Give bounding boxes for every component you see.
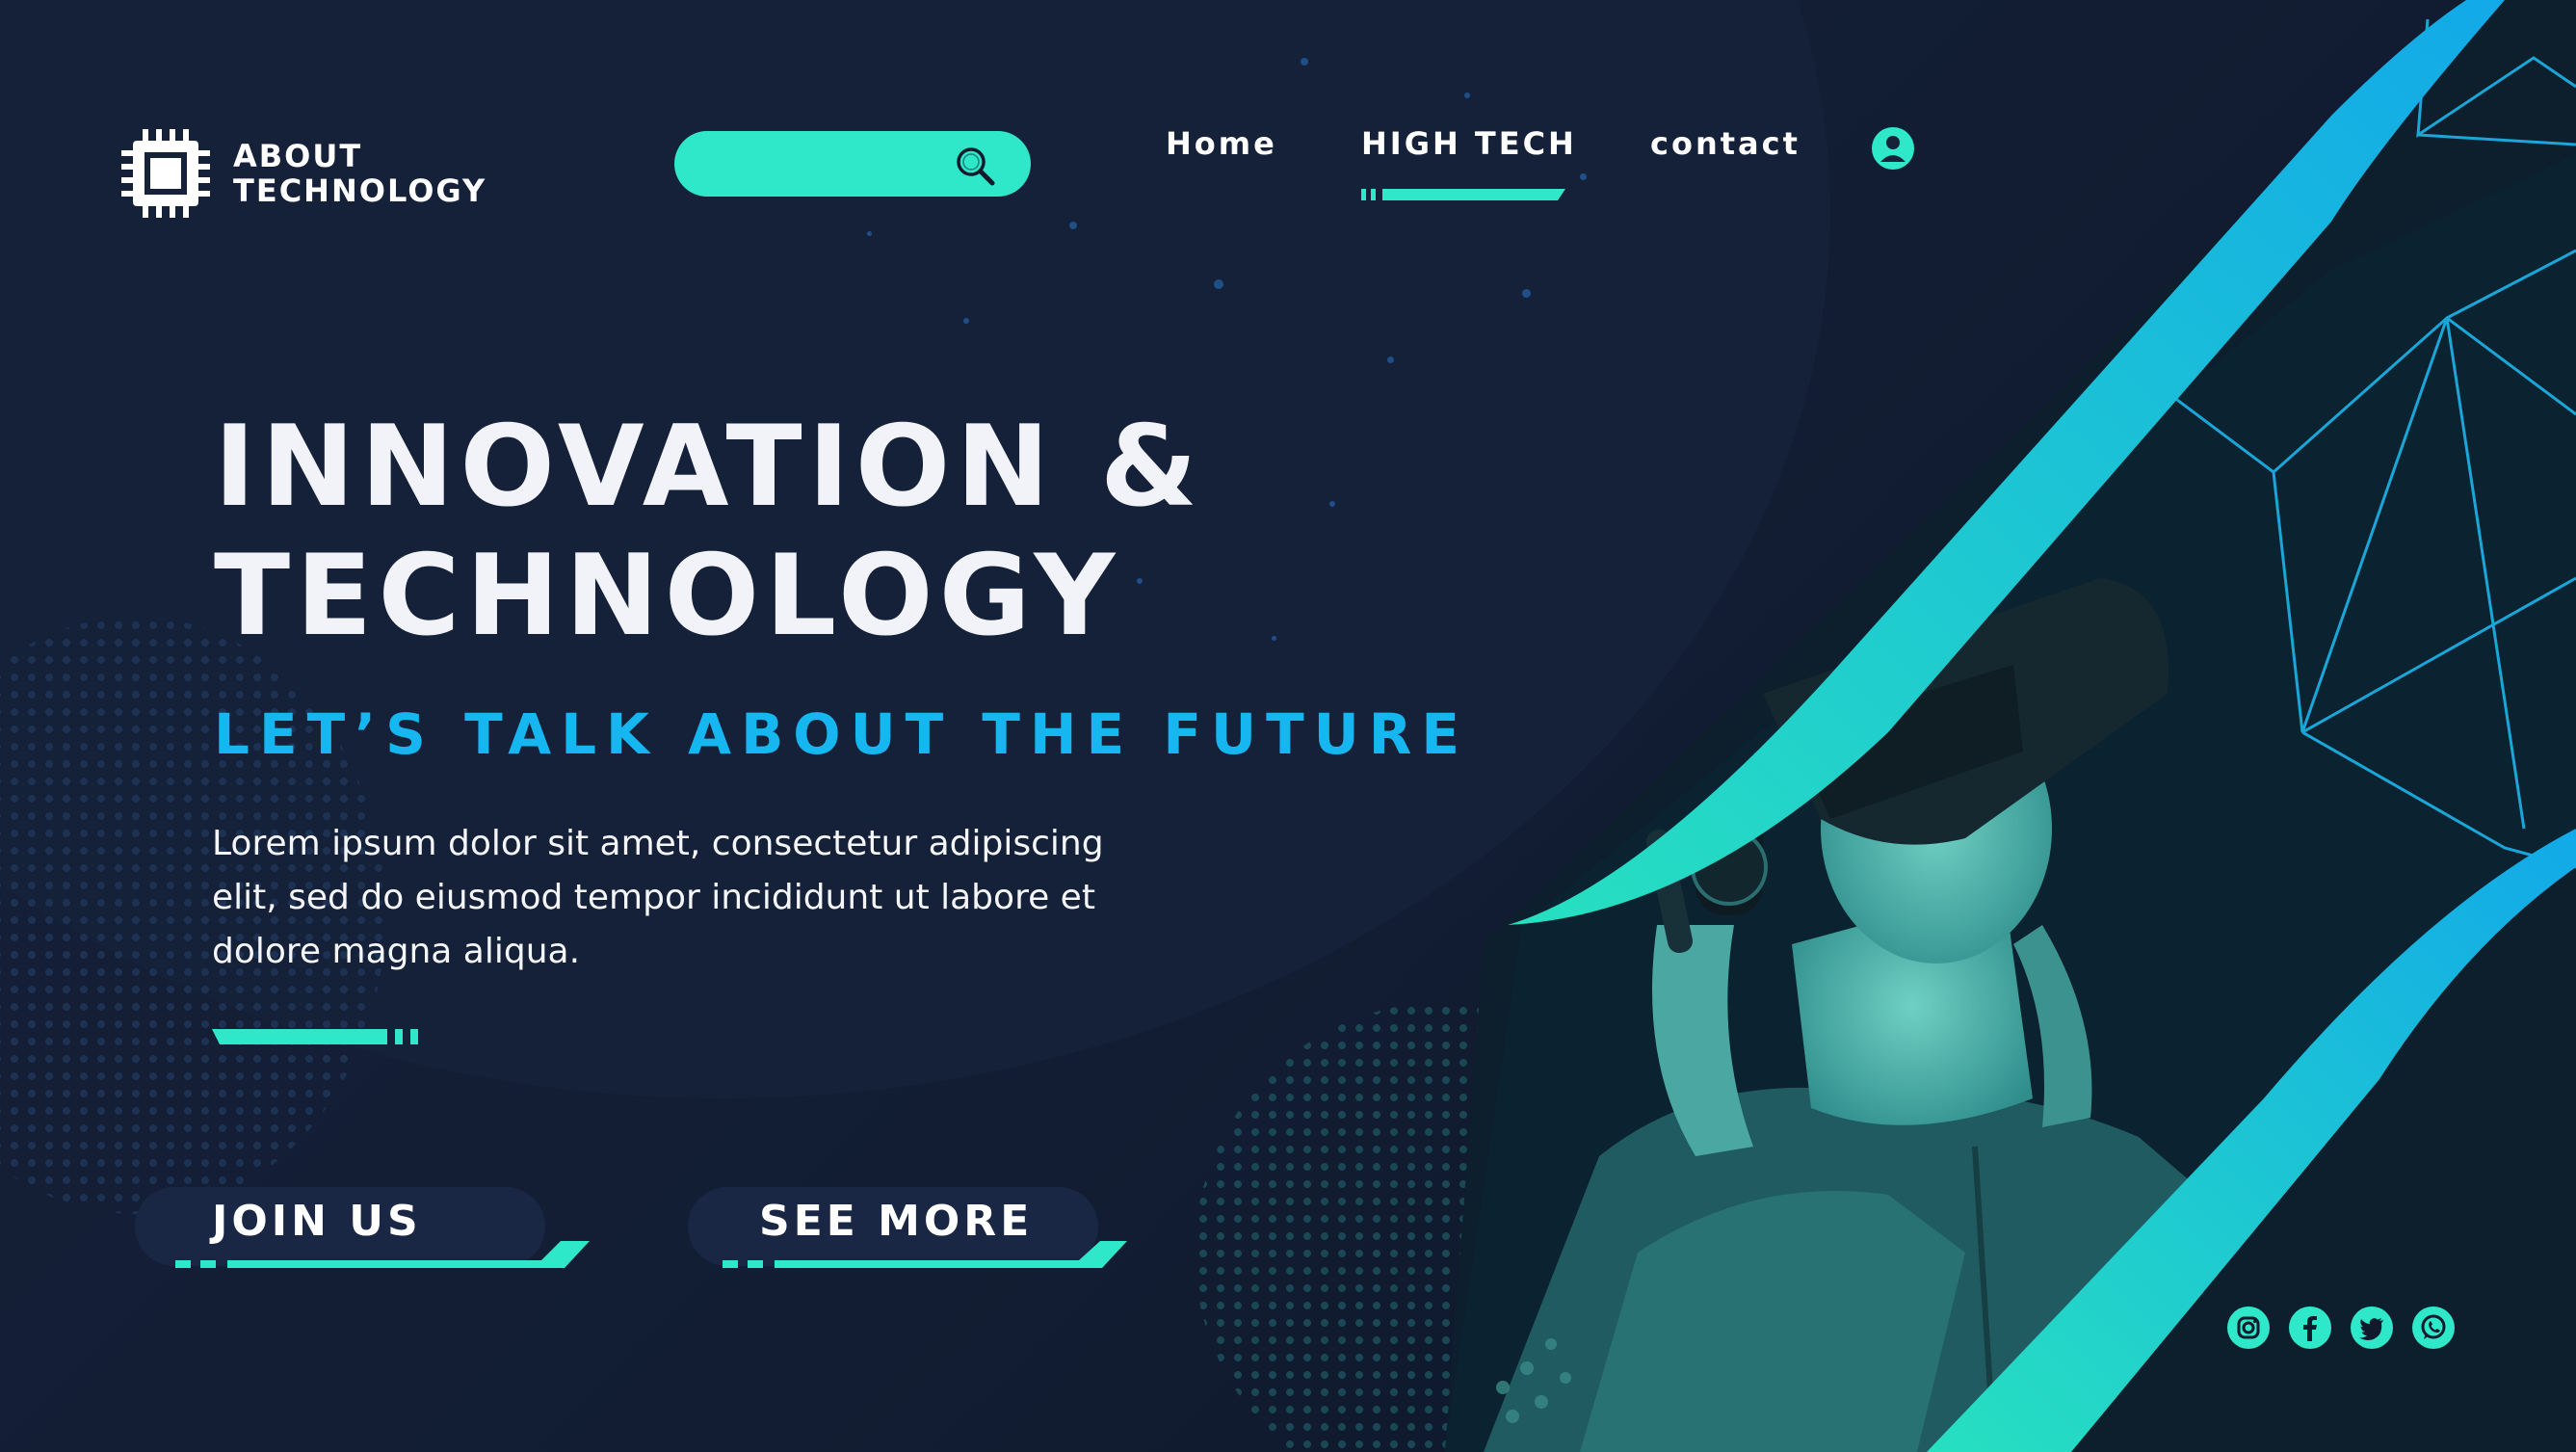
nav-active-indicator	[1361, 189, 1565, 200]
nav-contact[interactable]: contact	[1650, 125, 1801, 162]
hero-subtitle: LET’S TALK ABOUT THE FUTURE	[214, 701, 1470, 767]
see-more-label: SEE MORE	[759, 1197, 1034, 1246]
hero-description: Lorem ipsum dolor sit amet, consectetur …	[212, 824, 1104, 971]
brand-line-1: ABOUT	[233, 138, 363, 174]
search-icon[interactable]	[954, 145, 996, 187]
user-icon[interactable]	[1872, 127, 1914, 170]
landing-page: ABOUT TECHNOLOGY Home HIGH TECH contact …	[0, 0, 2576, 1452]
see-more-accent	[723, 1241, 1127, 1268]
join-us-accent	[175, 1241, 590, 1268]
social-links	[2227, 1307, 2455, 1349]
brand-logo[interactable]: ABOUT TECHNOLOGY	[119, 127, 486, 220]
join-us-button[interactable]: JOIN US	[135, 1187, 590, 1274]
chip-icon	[121, 129, 210, 218]
brand-name: ABOUT TECHNOLOGY	[233, 139, 486, 208]
search-bar[interactable]	[674, 131, 1031, 197]
whatsapp-icon[interactable]	[2412, 1307, 2455, 1349]
hero-divider	[212, 1029, 418, 1044]
join-us-label: JOIN US	[212, 1197, 422, 1246]
see-more-button[interactable]: SEE MORE	[688, 1187, 1141, 1274]
brand-line-2: TECHNOLOGY	[233, 172, 487, 209]
nav-high-tech[interactable]: HIGH TECH	[1361, 125, 1577, 162]
search-input[interactable]	[707, 147, 942, 180]
nav-home[interactable]: Home	[1166, 125, 1277, 162]
twitter-icon[interactable]	[2351, 1307, 2393, 1349]
instagram-icon[interactable]	[2227, 1307, 2270, 1349]
facebook-icon[interactable]	[2289, 1307, 2331, 1349]
hero-title: INNOVATION & TECHNOLOGY	[214, 402, 1204, 661]
